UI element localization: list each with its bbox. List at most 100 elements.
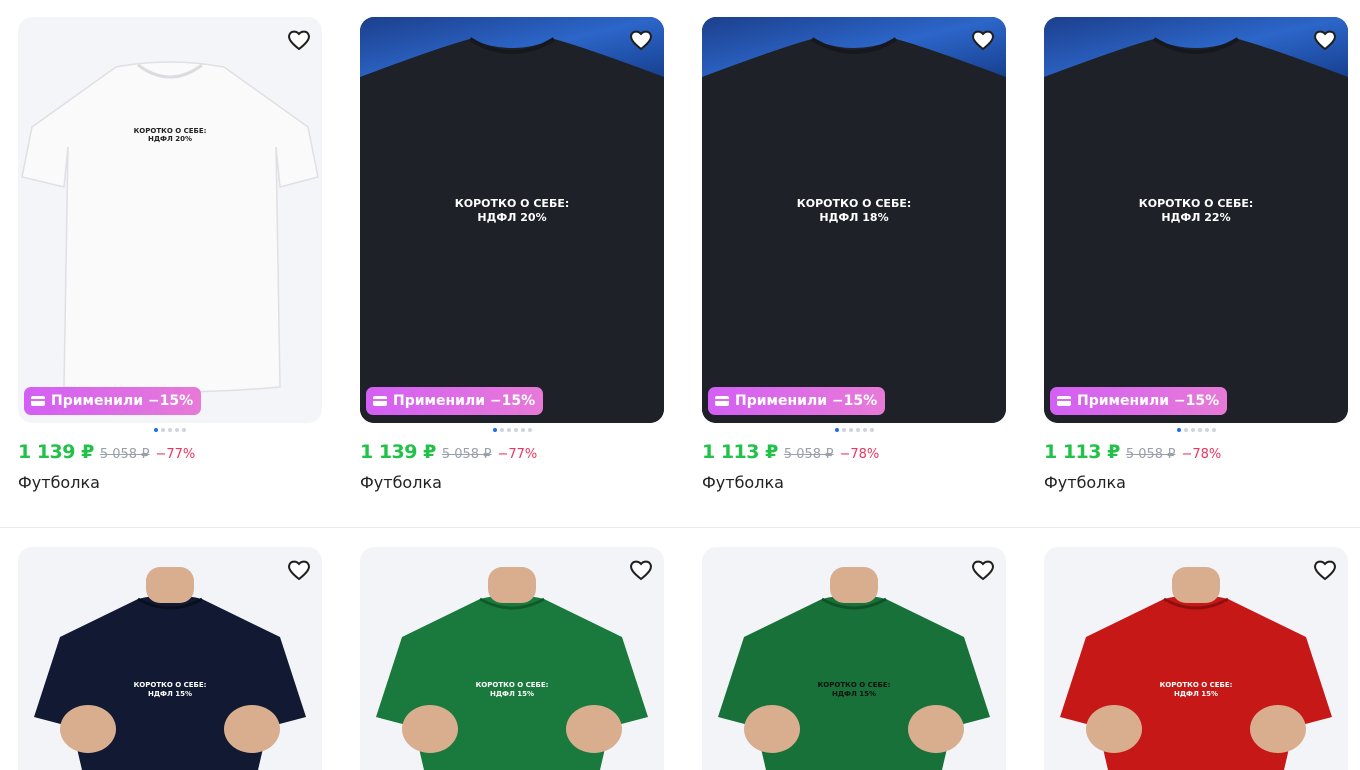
print-line-2: НДФЛ 22%	[1161, 211, 1231, 224]
old-price: 5 058 ₽	[1125, 447, 1176, 462]
print-line-2: НДФЛ 20%	[477, 211, 547, 224]
tshirt-model-image	[718, 567, 990, 770]
image-pager[interactable]	[702, 423, 1006, 437]
card-icon	[373, 396, 387, 406]
product-card[interactable]: КОРОТКО О СЕБЕ: НДФЛ 15%	[702, 547, 1006, 770]
price-row: 1 139 ₽ 5 058 ₽ −77%	[18, 441, 322, 463]
card-icon	[715, 396, 729, 406]
pager-dot[interactable]	[175, 428, 179, 432]
pager-dot[interactable]	[855, 428, 860, 432]
favorite-button[interactable]	[628, 27, 654, 53]
favorite-button[interactable]	[286, 557, 312, 583]
badge-label: Применили −15%	[393, 393, 536, 409]
pager-dot[interactable]	[869, 428, 874, 432]
pager-dot[interactable]	[520, 428, 525, 432]
old-price: 5 058 ₽	[99, 447, 150, 462]
current-price: 1 139 ₽	[360, 441, 436, 463]
favorite-button[interactable]	[286, 27, 312, 53]
image-pager[interactable]	[360, 423, 664, 437]
pager-dot[interactable]	[1204, 428, 1209, 432]
discount-percent: −78%	[839, 447, 880, 462]
pager-dot[interactable]	[492, 428, 497, 432]
print-line-2: НДФЛ 15%	[147, 690, 193, 698]
discount-percent: −77%	[155, 447, 196, 462]
favorite-button[interactable]	[628, 557, 654, 583]
card-icon	[31, 396, 45, 406]
card-icon	[1057, 396, 1071, 406]
heart-outline-icon	[1314, 560, 1336, 581]
product-title[interactable]: Футболка	[702, 473, 1006, 492]
discount-percent: −77%	[497, 447, 538, 462]
product-card[interactable]: КОРОТКО О СЕБЕ: НДФЛ 20% Применили −15% …	[360, 17, 664, 492]
heart-outline-icon	[288, 560, 310, 581]
print-line-2: НДФЛ 15%	[489, 690, 535, 698]
product-image[interactable]: КОРОТКО О СЕБЕ: НДФЛ 15%	[360, 547, 664, 770]
product-card[interactable]: КОРОТКО О СЕБЕ: НДФЛ 15%	[360, 547, 664, 770]
pager-dot[interactable]	[182, 428, 186, 432]
print-line-1: КОРОТКО О СЕБЕ:	[817, 681, 891, 689]
print-line-1: КОРОТКО О СЕБЕ:	[133, 681, 207, 689]
price-row: 1 113 ₽ 5 058 ₽ −78%	[1044, 441, 1348, 463]
favorite-button[interactable]	[1312, 557, 1338, 583]
badge-label: Применили −15%	[51, 393, 194, 409]
current-price: 1 113 ₽	[1044, 441, 1120, 463]
product-card[interactable]: КОРОТКО О СЕБЕ: НДФЛ 18% Применили −15% …	[702, 17, 1006, 492]
pager-dot[interactable]	[527, 428, 532, 432]
old-price: 5 058 ₽	[441, 447, 492, 462]
heart-outline-icon	[972, 30, 994, 51]
print-line-2: НДФЛ 18%	[819, 211, 889, 224]
current-price: 1 139 ₽	[18, 441, 94, 463]
discount-applied-badge: Применили −15%	[24, 387, 202, 415]
print-line-2: НДФЛ 20%	[147, 135, 193, 143]
tshirt-model-image	[34, 567, 306, 770]
product-image[interactable]: КОРОТКО О СЕБЕ: НДФЛ 22% Применили −15%	[1044, 17, 1348, 423]
pager-dot[interactable]	[513, 428, 518, 432]
image-pager[interactable]	[1044, 423, 1348, 437]
pager-dot[interactable]	[1176, 428, 1181, 432]
discount-applied-badge: Применили −15%	[1050, 387, 1228, 415]
product-image[interactable]: КОРОТКО О СЕБЕ: НДФЛ 15%	[1044, 547, 1348, 770]
pager-dot[interactable]	[154, 428, 158, 432]
product-image[interactable]: КОРОТКО О СЕБЕ: НДФЛ 18% Применили −15%	[702, 17, 1006, 423]
print-line-1: КОРОТКО О СЕБЕ:	[1138, 197, 1254, 210]
product-title[interactable]: Футболка	[18, 473, 322, 492]
pager-dot[interactable]	[506, 428, 511, 432]
pager-dot[interactable]	[168, 428, 172, 432]
tshirt-model-image	[376, 567, 648, 770]
pager-dot[interactable]	[841, 428, 846, 432]
pager-dot[interactable]	[1183, 428, 1188, 432]
tshirt-model-image	[1060, 567, 1332, 770]
print-line-1: КОРОТКО О СЕБЕ:	[475, 681, 549, 689]
pager-dot[interactable]	[499, 428, 504, 432]
pager-dot[interactable]	[848, 428, 853, 432]
product-card[interactable]: КОРОТКО О СЕБЕ: НДФЛ 15%	[1044, 547, 1348, 770]
pager-dot[interactable]	[862, 428, 867, 432]
pager-dot[interactable]	[1190, 428, 1195, 432]
product-card[interactable]: КОРОТКО О СЕБЕ: НДФЛ 20% Применили −15% …	[18, 17, 322, 492]
product-card[interactable]: КОРОТКО О СЕБЕ: НДФЛ 15%	[18, 547, 322, 770]
product-title[interactable]: Футболка	[360, 473, 664, 492]
print-line-1: КОРОТКО О СЕБЕ:	[454, 197, 570, 210]
row-divider	[0, 527, 1360, 528]
pager-dot[interactable]	[161, 428, 165, 432]
product-image[interactable]: КОРОТКО О СЕБЕ: НДФЛ 15%	[18, 547, 322, 770]
product-image[interactable]: КОРОТКО О СЕБЕ: НДФЛ 20% Применили −15%	[18, 17, 322, 423]
pager-dot[interactable]	[834, 428, 839, 432]
pager-dot[interactable]	[1197, 428, 1202, 432]
price-row: 1 139 ₽ 5 058 ₽ −77%	[360, 441, 664, 463]
favorite-button[interactable]	[970, 27, 996, 53]
badge-label: Применили −15%	[1077, 393, 1220, 409]
favorite-button[interactable]	[970, 557, 996, 583]
product-title[interactable]: Футболка	[1044, 473, 1348, 492]
product-image[interactable]: КОРОТКО О СЕБЕ: НДФЛ 15%	[702, 547, 1006, 770]
print-line-1: КОРОТКО О СЕБЕ:	[1159, 681, 1233, 689]
product-image[interactable]: КОРОТКО О СЕБЕ: НДФЛ 20% Применили −15%	[360, 17, 664, 423]
old-price: 5 058 ₽	[783, 447, 834, 462]
favorite-button[interactable]	[1312, 27, 1338, 53]
heart-outline-icon	[1314, 30, 1336, 51]
print-line-2: НДФЛ 15%	[1173, 690, 1219, 698]
print-line-2: НДФЛ 15%	[831, 690, 877, 698]
product-card[interactable]: КОРОТКО О СЕБЕ: НДФЛ 22% Применили −15% …	[1044, 17, 1348, 492]
pager-dot[interactable]	[1211, 428, 1216, 432]
image-pager[interactable]	[18, 423, 322, 437]
